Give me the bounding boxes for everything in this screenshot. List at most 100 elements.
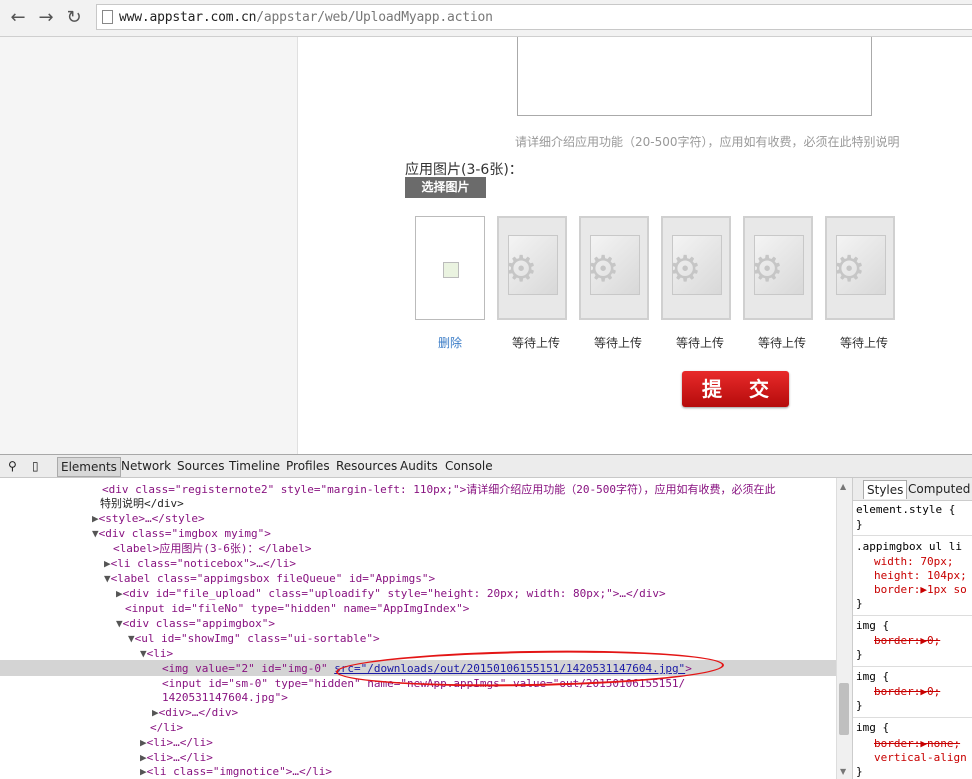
tab-audits[interactable]: Audits (400, 459, 438, 473)
dom-text: <li>…</li> (146, 751, 213, 764)
divider (853, 666, 972, 667)
dom-line[interactable]: <div class="registernote2" style="margin… (102, 482, 775, 497)
style-rule: } (856, 648, 863, 661)
style-property[interactable]: width: 70px; (874, 555, 953, 569)
style-rule: } (856, 597, 863, 610)
dom-line[interactable]: <input id="fileNo" type="hidden" name="A… (125, 601, 469, 616)
forward-button[interactable]: → (36, 8, 56, 28)
url-host: www.appstar.com.cn (119, 10, 257, 25)
style-property-overridden[interactable]: border:▶none; (874, 737, 960, 751)
dom-line[interactable]: ▼<div class="imgbox myimg"> (92, 526, 271, 541)
dom-line[interactable]: </li> (150, 720, 183, 735)
style-property[interactable]: height: 104px; (874, 569, 967, 583)
expand-triangle-icon[interactable]: ▶ (140, 736, 147, 749)
tab-sources[interactable]: Sources (177, 459, 224, 473)
slot-status: 等待上传 (593, 336, 642, 350)
left-pane (0, 37, 298, 454)
search-icon[interactable]: ⚲ (8, 459, 17, 473)
collapse-triangle-icon[interactable]: ▼ (104, 572, 111, 585)
collapse-triangle-icon[interactable]: ▼ (140, 647, 147, 660)
expand-triangle-icon[interactable]: ▶ (140, 765, 147, 778)
slot-status: 等待上传 (511, 336, 560, 350)
images-label: 应用图片(3-6张)： (405, 162, 523, 178)
gear-icon: ⚙ (587, 249, 620, 290)
style-property-overridden[interactable]: border:▶0; (874, 685, 940, 699)
scroll-thumb[interactable] (839, 683, 849, 735)
dom-line[interactable]: ▶<li>…</li> (140, 750, 213, 765)
style-selector: img { (856, 721, 890, 734)
dom-line[interactable]: ▼<li> (140, 646, 173, 661)
browser-toolbar: ← → ↻ www.appstar.com.cn/appstar/web/Upl… (0, 0, 972, 37)
tab-resources[interactable]: Resources (336, 459, 397, 473)
gear-icon: ⚙ (505, 249, 538, 290)
choose-images-button[interactable]: 选择图片 (405, 177, 486, 198)
url-path: /appstar/web/UploadMyapp.action (256, 10, 493, 25)
dom-line[interactable]: ▼<div class="appimgbox"> (116, 616, 275, 631)
dom-line[interactable]: ▼<ul id="showImg" class="ui-sortable"> (128, 631, 380, 646)
slot-status: 等待上传 (757, 336, 806, 350)
scroll-up-icon[interactable]: ▲ (840, 482, 846, 491)
dom-text: <img value="2" id="img-0" (162, 662, 335, 675)
expand-triangle-icon[interactable]: ▶ (92, 512, 99, 525)
style-selector: img { (856, 619, 890, 632)
scroll-down-icon[interactable]: ▼ (840, 767, 846, 776)
dom-text: <li> (146, 647, 174, 660)
image-slot-waiting: ⚙ (661, 216, 731, 320)
arrow-right-icon: → (38, 7, 54, 28)
dom-line[interactable]: ▶<div>…</div> (152, 705, 238, 720)
dom-line[interactable]: 1420531147604.jpg"> (162, 690, 288, 705)
dom-line[interactable]: ▶<li class="imgnotice">…</li> (140, 764, 332, 779)
tab-network[interactable]: Network (121, 459, 171, 473)
broken-image-icon (443, 262, 459, 278)
dom-text: <ul id="showImg" class="ui-sortable"> (134, 632, 380, 645)
tab-timeline[interactable]: Timeline (229, 459, 280, 473)
tab-profiles[interactable]: Profiles (286, 459, 330, 473)
style-rule: element.style { (856, 503, 956, 516)
dom-line[interactable]: <label>应用图片(3-6张)：</label> (113, 541, 311, 556)
divider (853, 535, 972, 536)
tab-elements[interactable]: Elements (57, 457, 121, 477)
submit-button[interactable]: 提 交 (682, 371, 789, 407)
styles-panel: Styles Computed element.style { } .appim… (852, 478, 972, 779)
reload-button[interactable]: ↻ (64, 8, 84, 28)
tab-styles[interactable]: Styles (863, 480, 908, 499)
image-slot-uploaded[interactable] (415, 216, 485, 320)
dom-line[interactable]: ▶<style>…</style> (92, 511, 205, 526)
dom-text: <div class="appimgbox"> (122, 617, 275, 630)
expand-triangle-icon[interactable]: ▶ (116, 587, 123, 600)
dom-text: <label class="appimgsbox fileQueue" id="… (110, 572, 436, 585)
collapse-triangle-icon[interactable]: ▼ (116, 617, 123, 630)
dom-line[interactable]: ▶<li class="noticebox">…</li> (104, 556, 296, 571)
gear-icon: ⚙ (751, 249, 784, 290)
expand-triangle-icon[interactable]: ▶ (152, 706, 159, 719)
reload-icon: ↻ (66, 7, 82, 28)
dom-line[interactable]: ▶<li>…</li> (140, 735, 213, 750)
gear-icon: ⚙ (669, 249, 702, 290)
arrow-left-icon: ← (10, 7, 26, 28)
device-mode-icon[interactable]: ▯ (32, 459, 39, 473)
elements-scrollbar[interactable]: ▲ ▼ (836, 478, 852, 779)
divider (853, 615, 972, 616)
style-property-overridden[interactable]: border:▶0; (874, 634, 940, 648)
style-selector: img { (856, 670, 890, 683)
expand-triangle-icon[interactable]: ▶ (140, 751, 147, 764)
style-property[interactable]: border:▶1px so (874, 583, 967, 597)
delete-link[interactable]: 删除 (415, 334, 485, 351)
slot-status: 等待上传 (839, 336, 888, 350)
dom-line[interactable]: 特别说明</div> (100, 496, 184, 511)
expand-triangle-icon[interactable]: ▶ (104, 557, 111, 570)
back-button[interactable]: ← (8, 8, 28, 28)
address-bar[interactable]: www.appstar.com.cn/appstar/web/UploadMya… (96, 4, 972, 30)
collapse-triangle-icon[interactable]: ▼ (128, 632, 135, 645)
description-textarea[interactable] (517, 37, 872, 116)
dom-line[interactable]: ▼<label class="appimgsbox fileQueue" id=… (104, 571, 435, 586)
style-property[interactable]: vertical-align (874, 751, 967, 765)
style-rule: } (856, 518, 863, 531)
dom-text: <div class="imgbox myimg"> (98, 527, 271, 540)
description-note: 请详细介绍应用功能（20-500字符），应用如有收费，必须在此特别说明 (515, 135, 900, 149)
url-text[interactable]: www.appstar.com.cn/appstar/web/UploadMya… (119, 10, 493, 25)
tab-console[interactable]: Console (445, 459, 493, 473)
tab-computed[interactable]: Computed (908, 482, 970, 496)
dom-line[interactable]: ▶<div id="file_upload" class="uploadify"… (116, 586, 666, 601)
collapse-triangle-icon[interactable]: ▼ (92, 527, 99, 540)
